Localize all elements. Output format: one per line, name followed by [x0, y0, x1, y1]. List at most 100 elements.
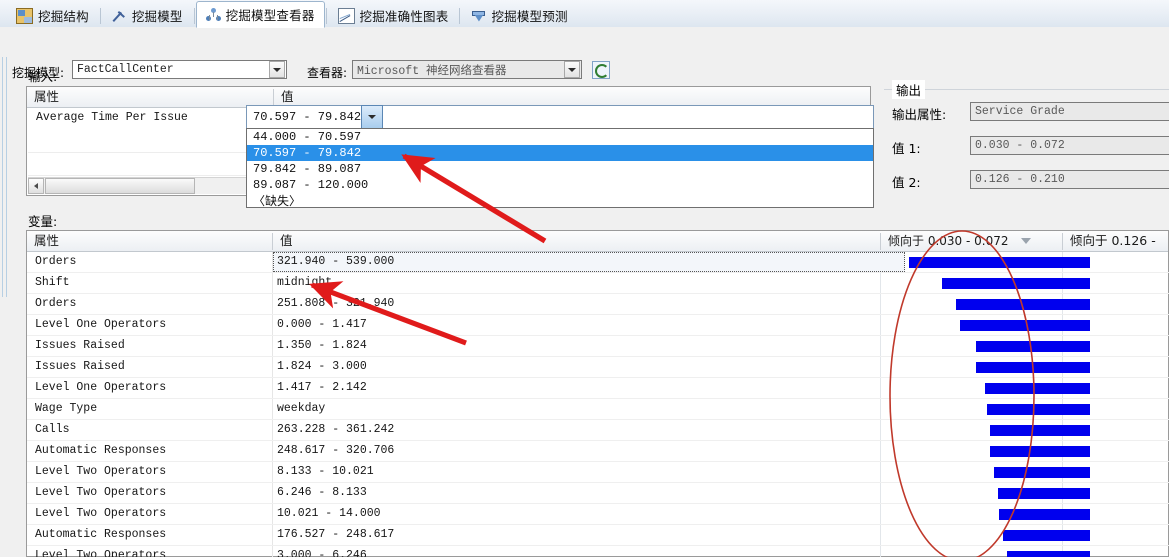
row-attribute: Orders [35, 255, 77, 268]
input-col-attribute[interactable]: 属性 [27, 87, 273, 107]
output-group-title: 输出 [892, 80, 926, 99]
dropdown-option-3[interactable]: 79.842 - 89.087 [247, 161, 873, 177]
output-attribute-label: 输出属性: [892, 107, 947, 122]
variables-col-favors-value2[interactable]: 倾向于 0.126 - [1063, 231, 1169, 251]
tab-3[interactable]: 挖掘模型查看器 [195, 1, 325, 28]
row-attribute: Level Two Operators [35, 507, 167, 520]
mining-model-prediction-icon [471, 9, 486, 23]
value2-select[interactable]: 0.126 - 0.210 [970, 170, 1169, 189]
variables-col-value[interactable]: 值 [273, 231, 880, 251]
output-attribute-select[interactable]: Service Grade [970, 102, 1169, 121]
input-col-value[interactable]: 值 [274, 87, 870, 107]
chevron-down-icon[interactable] [361, 105, 384, 129]
viewer-value: Microsoft 神经网络查看器 [357, 64, 507, 78]
input-value-combobox[interactable]: 70.597 - 79.842 [246, 105, 874, 129]
tab-strip: 挖掘结构 挖掘模型 挖掘模型查看器 挖掘准确性图表 挖掘模型预测 [0, 0, 1169, 28]
tab-separator [99, 8, 101, 24]
propensity-bar [987, 404, 1090, 415]
window-left-edge [0, 57, 12, 557]
propensity-bar [960, 320, 1090, 331]
row-value: 0.000 - 1.417 [277, 318, 367, 331]
row-value: 248.617 - 320.706 [277, 444, 395, 457]
row-attribute: Level Two Operators [35, 486, 167, 499]
row-value: 1.350 - 1.824 [277, 339, 367, 352]
tab-2[interactable]: 挖掘模型 [102, 3, 193, 27]
propensity-bar [985, 383, 1090, 394]
mining-model-select[interactable]: FactCallCenter [72, 60, 287, 79]
mining-model-value: FactCallCenter [77, 63, 174, 76]
variables-col-favors-value1[interactable]: 倾向于 0.030 - 0.072 [881, 231, 1081, 251]
chevron-down-icon[interactable] [269, 61, 285, 78]
table-row[interactable]: Level Two Operators 3.000 - 6.246 [27, 546, 1169, 557]
propensity-bar [999, 509, 1090, 520]
row-attribute: Automatic Responses [35, 528, 167, 541]
row-attribute: Shift [35, 276, 70, 289]
tab-label: 挖掘模型 [131, 9, 183, 24]
dropdown-option-2[interactable]: 70.597 - 79.842 [247, 145, 873, 161]
table-row[interactable]: Automatic Responses 176.527 - 248.617 [27, 525, 1169, 546]
mining-accuracy-chart-icon [337, 7, 355, 24]
row-attribute: Level Two Operators [35, 465, 167, 478]
row-attribute: Issues Raised [35, 360, 125, 373]
scroll-left-arrow-icon[interactable] [28, 178, 44, 194]
input-value-dropdown-list[interactable]: 44.000 - 70.597 70.597 - 79.842 79.842 - 8… [246, 128, 874, 208]
tab-5[interactable]: 挖掘模型预测 [461, 3, 577, 27]
input-value-text: 70.597 - 79.842 [253, 110, 362, 124]
chevron-down-icon[interactable] [564, 61, 580, 78]
value1-select[interactable]: 0.030 - 0.072 [970, 136, 1169, 155]
row-attribute: Issues Raised [35, 339, 125, 352]
dropdown-option-4[interactable]: 89.087 - 120.000 [247, 177, 873, 193]
propensity-bar [956, 299, 1090, 310]
variables-col-attribute[interactable]: 属性 [27, 231, 273, 251]
sort-descending-icon[interactable] [1021, 238, 1032, 244]
tab-1[interactable]: 挖掘结构 [6, 3, 99, 27]
output-attribute-value: Service Grade [975, 105, 1065, 118]
row-value: 251.808 - 321.940 [277, 297, 395, 310]
row-value: 263.228 - 361.242 [277, 423, 395, 436]
favors-value1-text: 倾向于 0.030 - 0.072 [888, 234, 1009, 248]
input-section-label: 输入: [28, 69, 58, 84]
tab-label: 挖掘模型预测 [491, 9, 568, 24]
variables-grid: 属性 值 倾向于 0.030 - 0.072 倾向于 0.126 - Order… [26, 230, 1169, 557]
propensity-bar [990, 425, 1090, 436]
row-value: 321.940 - 539.000 [277, 255, 395, 268]
mining-model-viewer-window: 挖掘结构 挖掘模型 挖掘模型查看器 挖掘准确性图表 挖掘模型预测 挖掘模型: FactC… [0, 0, 1169, 557]
viewer-select[interactable]: Microsoft 神经网络查看器 [352, 60, 582, 79]
propensity-bar [976, 362, 1090, 373]
mining-model-viewer-icon [206, 7, 221, 22]
value1-value: 0.030 - 0.072 [975, 139, 1065, 152]
row-value: 10.021 - 14.000 [277, 507, 381, 520]
variables-section-label: 变量: [28, 214, 58, 229]
row-attribute: Orders [35, 297, 77, 310]
propensity-bar [976, 341, 1090, 352]
propensity-bar [990, 446, 1090, 457]
mining-structure-icon [16, 7, 33, 24]
value2-label: 值 2: [892, 175, 921, 190]
input-row-attribute: Average Time Per Issue [36, 111, 188, 124]
propensity-bar [1007, 551, 1090, 557]
propensity-bar [994, 467, 1090, 478]
mining-model-icon [112, 9, 127, 23]
row-attribute: Level Two Operators [35, 549, 167, 557]
row-value: 8.133 - 10.021 [277, 465, 374, 478]
dropdown-option-1[interactable]: 44.000 - 70.597 [247, 129, 873, 145]
row-value: 176.527 - 248.617 [277, 528, 395, 541]
propensity-bar [909, 257, 1090, 268]
row-value: weekday [277, 402, 326, 415]
dropdown-option-5[interactable]: 〈缺失〉 [247, 193, 873, 209]
row-attribute: Wage Type [35, 402, 98, 415]
table-row[interactable]: Level Two Operators 10.021 - 14.000 [27, 504, 1169, 525]
tab-4[interactable]: 挖掘准确性图表 [328, 3, 459, 27]
refresh-icon[interactable] [592, 61, 610, 79]
tab-list: 挖掘结构 挖掘模型 挖掘模型查看器 挖掘准确性图表 挖掘模型预测 [6, 1, 578, 28]
row-value: 1.417 - 2.142 [277, 381, 367, 394]
row-value: 6.246 - 8.133 [277, 486, 367, 499]
tab-label: 挖掘结构 [38, 9, 89, 24]
tab-separator [459, 8, 461, 24]
propensity-bar [998, 488, 1090, 499]
tab-label: 挖掘模型查看器 [225, 8, 315, 23]
scroll-thumb[interactable] [45, 178, 195, 194]
row-attribute: Level One Operators [35, 318, 167, 331]
tab-label: 挖掘准确性图表 [359, 9, 449, 24]
viewer-label: 查看器: [307, 66, 348, 80]
